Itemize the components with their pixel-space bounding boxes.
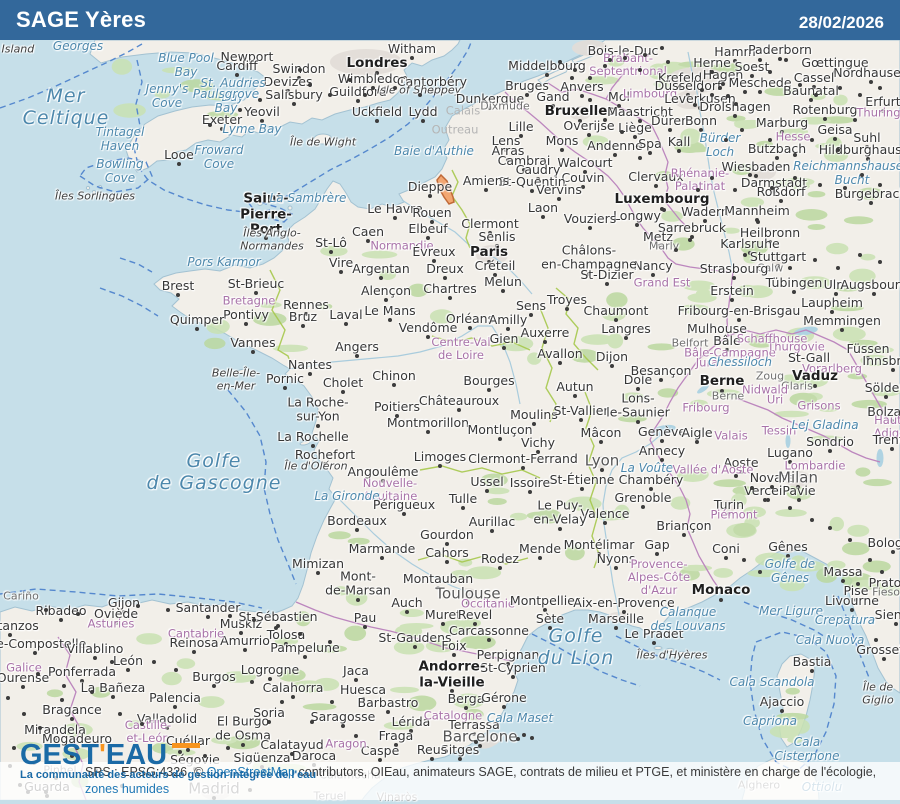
logo-dash: [172, 743, 200, 748]
gesteau-logo-text: GEST'EAU: [20, 742, 316, 768]
page-title: SAGE Yères: [16, 7, 146, 33]
zones-humides-link[interactable]: zones humides: [85, 782, 169, 796]
attribution-text: contributors, OIEau, animateurs SAGE, co…: [295, 765, 876, 779]
logo-apostrophe: ': [99, 739, 106, 771]
map-canvas[interactable]: [0, 0, 900, 800]
logo-gest: GEST: [20, 739, 99, 771]
gesteau-logo[interactable]: GEST'EAU La communauté des acteurs de ge…: [20, 742, 316, 781]
header-bar: SAGE Yères 28/02/2026: [0, 0, 900, 40]
logo-eau: EAU: [106, 739, 167, 771]
map-viewport[interactable]: t IslandGeorgesMer CeltiqueBlue Pool Bay…: [0, 0, 900, 800]
header-date: 28/02/2026: [799, 13, 884, 33]
gesteau-tagline: La communauté des acteurs de gestion int…: [20, 769, 316, 781]
